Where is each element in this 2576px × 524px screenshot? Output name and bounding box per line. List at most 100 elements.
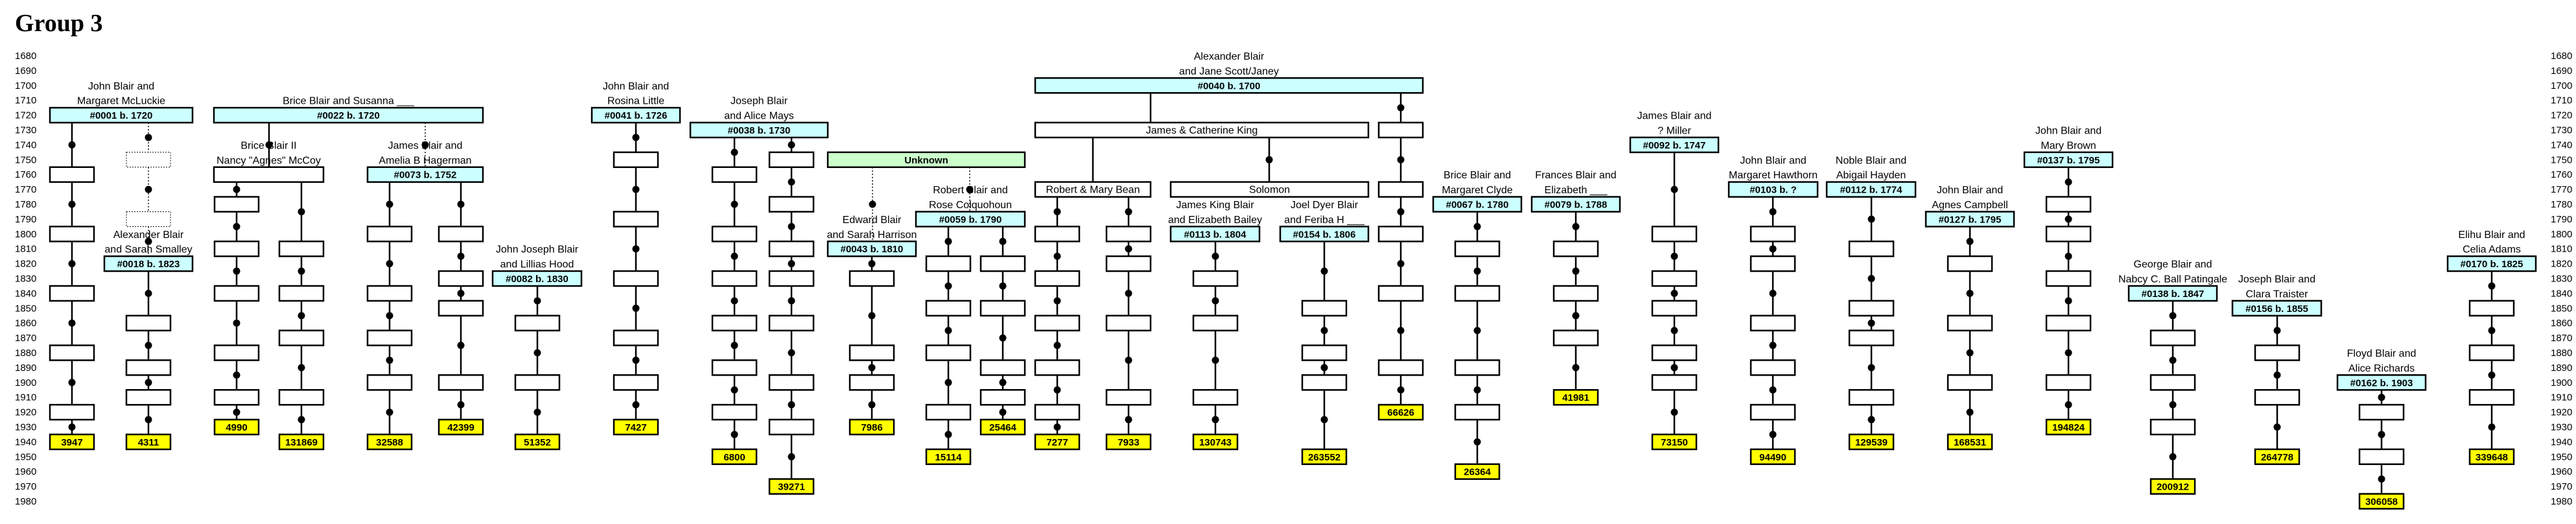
generation-dot-icon <box>2065 252 2072 260</box>
generation-dot-icon <box>632 304 640 312</box>
year-label-left: 1830 <box>15 274 36 285</box>
generation-dot-icon <box>731 386 738 394</box>
family-h0040: #0040 b. 1700 Alexander Blair and Jane Sco… <box>1034 51 1424 94</box>
generation-box <box>1301 344 1348 361</box>
generation-box <box>2149 374 2196 391</box>
family-id-text: #0170 b. 1825 <box>2461 259 2523 270</box>
generation-dot-icon <box>533 349 541 357</box>
generation-box <box>2358 448 2405 466</box>
generation-dot-icon <box>2488 371 2496 379</box>
couple-name-label: John Blair and <box>2035 126 2102 137</box>
descendant-number: 264778 <box>2261 452 2293 463</box>
generation-box <box>925 403 972 421</box>
couple-name-label: John Blair and <box>88 81 154 92</box>
generation-dot-icon <box>1473 386 1481 394</box>
generation-dot-icon <box>1769 386 1777 394</box>
generation-box <box>278 329 325 346</box>
generation-box <box>2149 418 2196 436</box>
couple-name-label: and Sarah Harrison <box>827 230 917 241</box>
generation-box <box>278 388 325 406</box>
generation-box <box>1105 255 1152 272</box>
year-label-left: 1690 <box>15 66 36 77</box>
generation-dot-icon <box>298 312 305 320</box>
year-label-right: 1780 <box>2551 199 2572 210</box>
year-label-right: 1680 <box>2551 51 2572 62</box>
generation-dot-icon <box>788 349 795 357</box>
couple-name-label: James Blair and <box>388 140 463 151</box>
couple-name-label: ? Miller <box>1657 126 1691 137</box>
family-id-text: Unknown <box>904 155 948 166</box>
generation-dot-icon <box>1868 215 1875 223</box>
descendant-number: 194824 <box>2052 422 2085 433</box>
year-label-right: 1770 <box>2551 184 2572 195</box>
lineage-h0113: 130743 <box>1192 241 1239 451</box>
year-label-right: 1800 <box>2551 229 2572 240</box>
generation-dot-icon <box>1125 245 1132 253</box>
generation-box <box>2468 388 2515 406</box>
generation-dot-icon <box>1320 267 1328 275</box>
family-id-text: #0040 b. 1700 <box>1198 80 1261 91</box>
generation-dot-icon <box>1320 364 1328 372</box>
lineage-h0040: 66626 <box>1377 93 1424 421</box>
family-id-text: #0127 b. 1795 <box>1939 214 2002 225</box>
lineage-hJCK <box>1265 137 1273 182</box>
generation-box <box>1034 359 1081 376</box>
generation-box <box>1301 300 1348 317</box>
family-id-text: #0156 b. 1855 <box>2245 304 2308 315</box>
generation-dot-icon <box>632 401 640 409</box>
year-label-right: 1850 <box>2551 303 2572 314</box>
family-id-text: #0018 b. 1823 <box>117 259 180 270</box>
generation-dot-icon <box>2488 327 2496 335</box>
couple-name-label: and Lillias Hood <box>500 259 574 270</box>
generation-box <box>125 388 172 406</box>
generation-dot-icon <box>788 178 795 186</box>
family-id-text: #0001 b. 1720 <box>90 110 153 121</box>
generation-box <box>438 300 484 317</box>
year-label-right: 1790 <box>2551 214 2572 225</box>
generation-box <box>514 315 561 331</box>
generation-box <box>438 374 484 391</box>
generation-dot-icon <box>944 431 952 438</box>
generation-dot-icon <box>788 222 795 230</box>
couple-name-label: Abigail Hayden <box>1836 170 1906 181</box>
generation-dot-icon <box>2169 356 2177 364</box>
generation-dot-icon <box>1769 208 1777 215</box>
generation-dot-icon <box>944 327 952 335</box>
generation-dot-icon <box>788 141 795 149</box>
family-h0127: #0127 b. 1795 John Blair and Agnes Campbel… <box>1925 185 2015 228</box>
couple-name-label: Clara Traister <box>2245 289 2308 300</box>
generation-dot-icon <box>1212 297 1219 305</box>
generation-dot-icon <box>731 149 738 156</box>
descendant-number: 25464 <box>989 422 1016 433</box>
couple-name-label: Agnes Campbell <box>1932 200 2008 211</box>
year-label-right: 1720 <box>2551 110 2572 121</box>
year-label-right: 1730 <box>2551 125 2572 136</box>
generation-dot-icon <box>1397 260 1405 268</box>
generation-dot-icon <box>1053 423 1061 431</box>
couple-name-label: Joseph Blair and <box>2238 274 2315 285</box>
generation-dot-icon <box>1868 416 1875 423</box>
generation-dot-icon <box>731 297 738 305</box>
couple-name-label: Celia Adams <box>2463 244 2521 256</box>
family-h0162: #0162 b. 1903 Floyd Blair and Alice Richar… <box>2336 348 2427 391</box>
generation-dot-icon <box>1966 289 1974 297</box>
descendant-number: 73150 <box>1661 437 1688 448</box>
generation-box <box>1377 181 1424 198</box>
generation-dot-icon <box>233 222 240 230</box>
generation-dot-icon <box>1473 222 1481 230</box>
couple-name-label: Frances Blair and <box>1535 170 1616 181</box>
year-label-right: 1930 <box>2551 422 2572 433</box>
generation-box <box>213 196 260 213</box>
generation-box <box>1651 270 1698 287</box>
year-label-left: 1980 <box>15 496 36 507</box>
year-label-left: 1770 <box>15 184 36 195</box>
generation-box <box>1651 226 1698 243</box>
descendant-number: 339648 <box>2476 452 2508 463</box>
generation-dot-icon <box>68 319 76 327</box>
descendant-number: 129539 <box>1855 437 1888 448</box>
generation-box <box>1750 359 1796 376</box>
generation-box <box>613 151 659 169</box>
generation-box <box>768 151 815 169</box>
generation-dot-icon <box>2273 423 2281 431</box>
family-h0092: #0092 b. 1747 James Blair and ? Miller <box>1629 111 1720 154</box>
